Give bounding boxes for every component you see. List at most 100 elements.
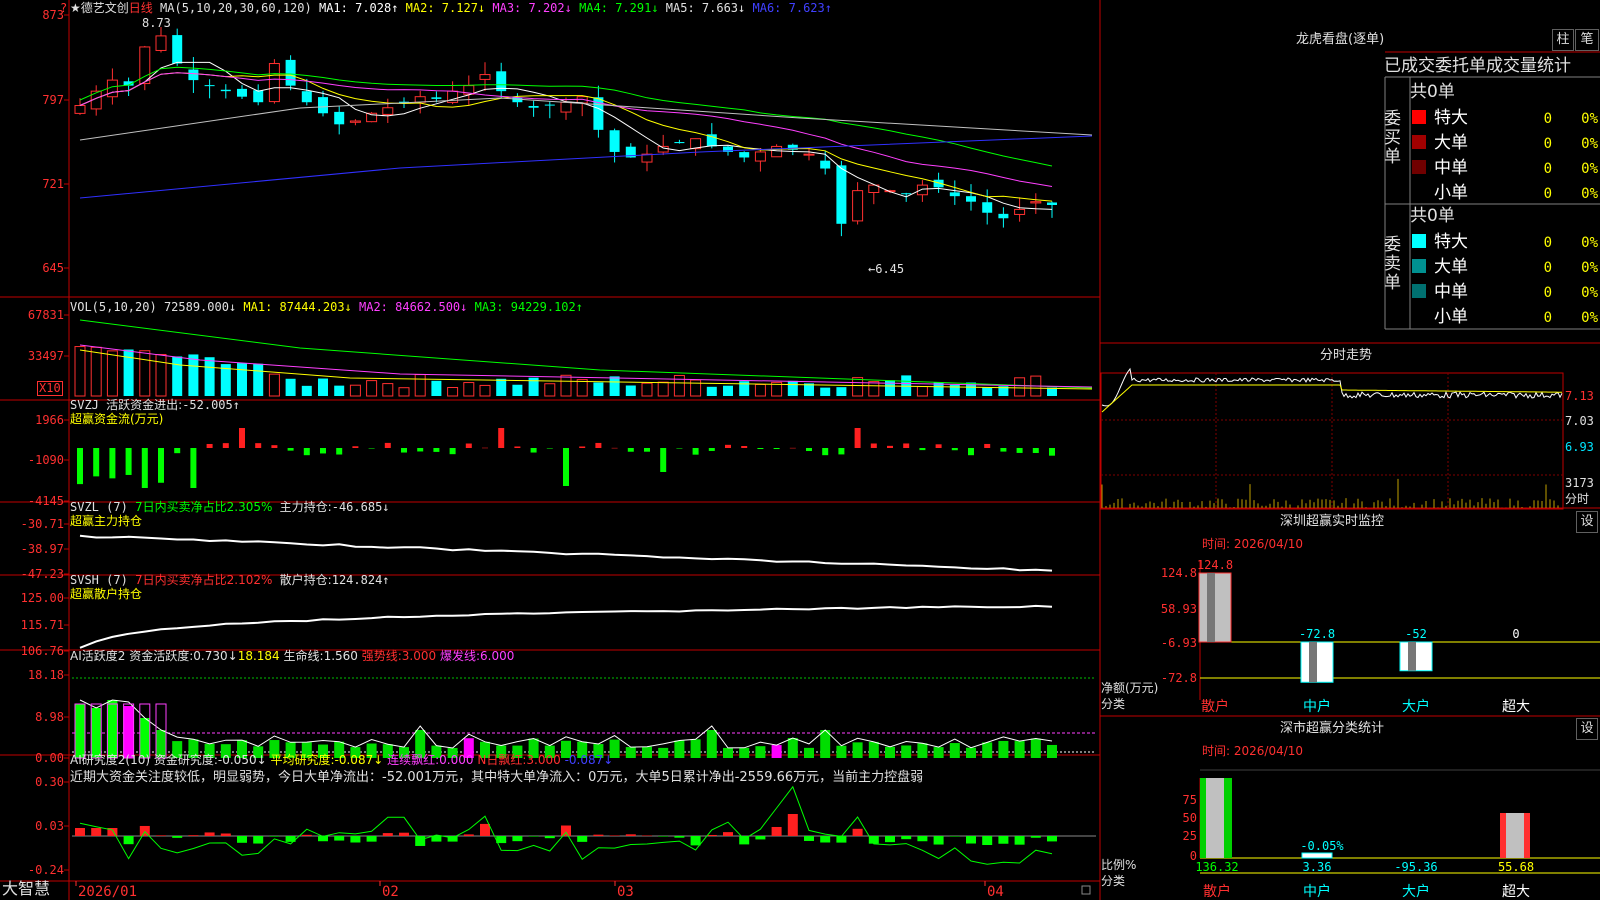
szm-cat-3: 超大 — [1502, 699, 1530, 715]
szs-value-3: 55.68 — [1498, 860, 1534, 874]
sz-monitor-settings-button[interactable]: 设 — [1576, 511, 1598, 533]
ai1-bar-34 — [625, 747, 636, 758]
svsh-subtitle: 超赢散户持仓 — [70, 587, 143, 601]
ai2-bar-55 — [966, 836, 976, 844]
ai2-value3: 0.000 — [439, 753, 474, 767]
candle-body-12 — [268, 63, 280, 103]
ai2-bar-5 — [156, 835, 166, 836]
szs-bar-0-shade — [1206, 778, 1224, 858]
ai2-bar-12 — [269, 836, 280, 837]
vol-bar-20 — [398, 387, 410, 397]
ma-value-4: MA4: 7.291↓ — [571, 1, 659, 15]
ai2-key4: N日飘红: — [477, 753, 527, 767]
candle-body-25 — [479, 74, 491, 80]
svzl-subtitle: 超赢主力持仓 — [70, 514, 143, 528]
vol-value: 72589.000↓ — [163, 300, 237, 314]
ai2-bar-48 — [852, 828, 863, 836]
sell-row-pct-2: 0% — [1581, 285, 1598, 301]
buy-row-pct-0: 0% — [1581, 111, 1598, 127]
ai2-value5: -0.087↓ — [564, 753, 614, 767]
buy-row-count-2: 0 — [1544, 161, 1552, 177]
ai2-bar-47 — [836, 836, 847, 843]
intraday-ytick-1: 7.13 — [1565, 389, 1594, 403]
vol-bar-30 — [560, 374, 572, 397]
period-label[interactable]: 日线 — [129, 1, 153, 15]
ai2-bar-42 — [755, 836, 766, 840]
ai2-header: AI研究度2(10) 资金研究度:-0.050↓ 平均研究度:-0.087↓ 连… — [70, 753, 613, 767]
sz-stats-settings-button[interactable]: 设 — [1576, 718, 1598, 740]
ai1-bar-43 — [771, 745, 782, 758]
svzj-bar-31 — [579, 446, 586, 448]
vol-bar-36 — [657, 381, 669, 397]
svzj-bar-39 — [708, 448, 715, 451]
ai2-bar-6 — [172, 836, 183, 838]
ai2-bar-50 — [885, 836, 895, 843]
buy-row-count-1: 0 — [1544, 136, 1552, 152]
ai1-bar-35 — [642, 746, 652, 758]
candle-body-0 — [74, 105, 86, 114]
szs-bar-3-shade — [1506, 813, 1524, 858]
ai2-bar-52 — [917, 836, 928, 842]
ai2-bar-19 — [382, 833, 393, 836]
buy-row-count-3: 0 — [1544, 186, 1552, 202]
ai2-bar-33 — [609, 835, 620, 836]
svzj-bar-46 — [822, 448, 829, 456]
svzj-bar-11 — [255, 443, 262, 448]
sell-row-swatch-2 — [1412, 284, 1426, 298]
szs-value-2: -95.36 — [1394, 860, 1437, 874]
svzj-bar-50 — [887, 445, 893, 448]
candle-body-11 — [253, 90, 264, 103]
bar-mode-button[interactable]: 柱 — [1552, 29, 1574, 51]
ai1-bar-45 — [804, 747, 814, 758]
szs-ytick-1: 50 — [1183, 811, 1197, 825]
svzl-key: 主力持仓: — [279, 500, 332, 514]
svzj-bar-40 — [725, 444, 731, 448]
svzl-ytick-0: -30.71 — [21, 517, 64, 531]
ai2-bar-3 — [123, 836, 134, 845]
svzj-bar-1 — [93, 448, 100, 477]
settings-question-icon[interactable]: ? — [60, 1, 67, 15]
svzl-value: -46.685↓ — [331, 500, 390, 514]
ai1-bar-49 — [868, 741, 879, 758]
candle-body-37 — [674, 142, 685, 144]
vol-bar-38 — [690, 379, 702, 397]
candle-body-42 — [754, 151, 766, 162]
ai1-bar-37 — [674, 740, 685, 758]
ai2-key3: 连续飘红: — [387, 753, 440, 767]
szm-ytick-1: 58.93 — [1161, 602, 1197, 616]
candle-body-30 — [560, 101, 572, 113]
vol-bar-33 — [609, 376, 620, 396]
ai1-bar-46 — [820, 730, 831, 758]
candle-body-5 — [155, 35, 167, 51]
candle-body-33 — [609, 130, 620, 152]
svzj-bar-43 — [773, 448, 780, 450]
szm-cat-2: 大户 — [1402, 698, 1430, 715]
tick-mode-button[interactable]: 笔 — [1575, 29, 1599, 51]
svzj-bar-55 — [968, 448, 974, 456]
ai2-label: AI研究度2(10) — [70, 753, 151, 767]
szm-ytick-2: -6.93 — [1161, 636, 1197, 650]
svzj-subtitle: 超赢资金流(万元) — [70, 412, 164, 426]
ai1-bar-38 — [690, 739, 701, 758]
vol-bar-25 — [479, 384, 491, 397]
intraday-ytick-3: 6.93 — [1565, 440, 1594, 454]
vol-bar-12 — [268, 373, 280, 397]
ai2-bar-37 — [674, 836, 685, 838]
candle-body-48 — [852, 190, 864, 222]
szs-cat-3: 超大 — [1502, 884, 1530, 900]
vol-bar-31 — [576, 379, 588, 397]
sell-row-name-1: 大单 — [1434, 257, 1468, 277]
svzj-bar-0 — [77, 448, 83, 485]
candle-body-8 — [204, 85, 215, 87]
ai1-ytick-0: 18.18 — [28, 668, 64, 682]
svzj-bar-23 — [449, 448, 456, 455]
svzj-bar-41 — [741, 445, 748, 448]
ai2-bar-57 — [998, 836, 1009, 844]
svzj-bar-30 — [563, 448, 569, 486]
svzl-label: SVZL (7) — [70, 500, 128, 514]
stock-name[interactable]: ★德艺文创 — [70, 1, 129, 15]
svzj-bar-32 — [595, 442, 602, 448]
candle-body-6 — [172, 35, 183, 64]
svzj-bar-38 — [692, 448, 699, 455]
ai1-bar-1 — [91, 708, 102, 758]
